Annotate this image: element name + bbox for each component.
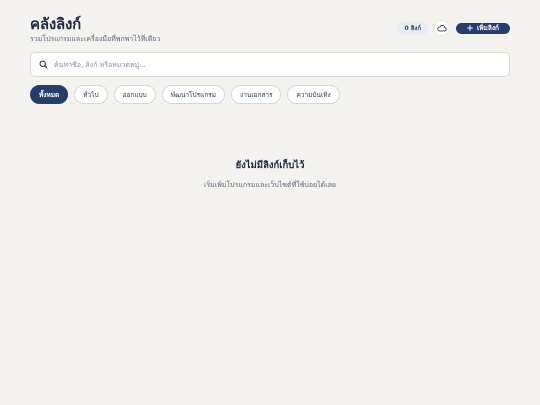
filter-chip-entertainment[interactable]: ความบันเทิง <box>287 85 340 104</box>
page-subtitle: รวมโปรแกรมและเครื่องมือที่พกพาไว้ที่เดีย… <box>30 35 161 43</box>
filter-chip-development[interactable]: พัฒนาโปรแกรม <box>161 85 226 104</box>
search-icon <box>39 60 48 69</box>
cloud-icon <box>437 25 447 32</box>
empty-state-title: ยังไม่มีลิงก์เก็บไว้ <box>235 160 305 171</box>
page-header: คลังลิงก์ รวมโปรแกรมและเครื่องมือที่พกพา… <box>30 12 510 46</box>
search-input[interactable] <box>54 60 474 69</box>
cloud-sync-button[interactable] <box>434 20 450 36</box>
empty-state: ยังไม่มีลิงก์เก็บไว้ เริ่มเพิ่มโปรแกรมแล… <box>0 158 540 191</box>
filter-chip-documents[interactable]: งานเอกสาร <box>231 85 282 104</box>
add-link-label: เพิ่มลิงก์ <box>477 24 499 32</box>
search-bar[interactable] <box>30 52 510 77</box>
category-filters: ทั้งหมด ทั่วไป ออกแบบ พัฒนาโปรแกรม งานเอ… <box>30 85 340 104</box>
header-actions: 0 ลิงก์ เพิ่มลิงก์ <box>397 20 510 36</box>
add-link-button[interactable]: เพิ่มลิงก์ <box>456 22 510 34</box>
filter-chip-all[interactable]: ทั้งหมด <box>30 85 69 104</box>
plus-icon <box>467 25 473 31</box>
filter-chip-design[interactable]: ออกแบบ <box>113 85 156 104</box>
filter-chip-general[interactable]: ทั่วไป <box>74 85 108 104</box>
empty-state-text: เริ่มเพิ่มโปรแกรมและเว็บไซต์ที่ใช้บ่อยได… <box>203 181 336 189</box>
link-count-badge: 0 ลิงก์ <box>397 21 428 35</box>
page-title: คลังลิงก์ <box>30 15 81 33</box>
